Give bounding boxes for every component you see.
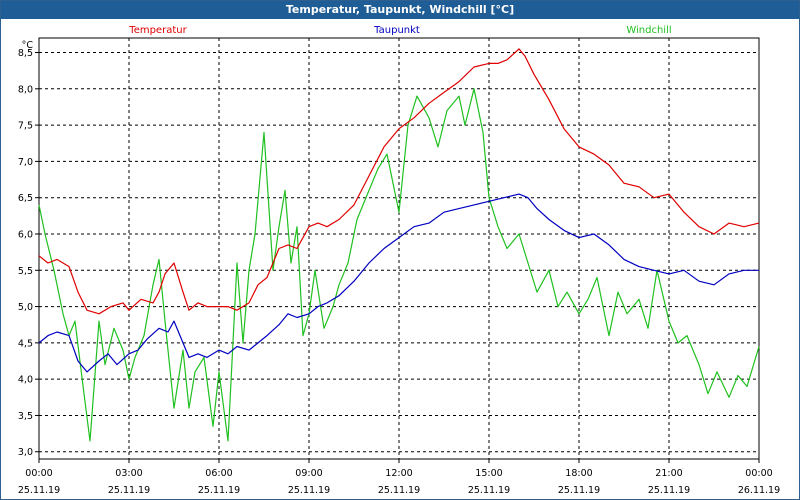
x-tick-time-label: 00:00: [745, 468, 772, 479]
y-tick-label: 7,0: [18, 157, 33, 168]
y-tick-label: 6,5: [18, 193, 33, 204]
x-tick-time-label: 12:00: [385, 468, 412, 479]
x-tick-time-label: 21:00: [655, 468, 682, 479]
x-tick-time-label: 00:00: [25, 468, 52, 479]
y-tick-label: 5,5: [18, 266, 33, 277]
x-tick-date-label: 25.11.19: [18, 485, 60, 496]
x-tick-time-label: 06:00: [205, 468, 232, 479]
y-tick-label: 3,5: [18, 411, 33, 422]
y-tick-label: 4,0: [18, 375, 33, 386]
x-tick-time-label: 09:00: [295, 468, 322, 479]
x-tick-date-label: 25.11.19: [468, 485, 510, 496]
y-tick-label: 8,0: [18, 84, 33, 95]
y-tick-label: 7,5: [18, 121, 33, 132]
x-tick-date-label: 26.11.19: [738, 485, 780, 496]
y-axis-unit: °C: [22, 40, 34, 51]
line-chart: 3,03,54,04,55,05,56,06,57,07,58,08,5°C00…: [18, 25, 780, 496]
x-tick-date-label: 25.11.19: [198, 485, 240, 496]
x-tick-date-label: 25.11.19: [558, 485, 600, 496]
legend-taupunkt: Taupunkt: [373, 25, 420, 36]
y-tick-label: 6,0: [18, 229, 33, 240]
x-tick-date-label: 25.11.19: [108, 485, 150, 496]
x-tick-time-label: 03:00: [115, 468, 142, 479]
y-tick-label: 5,0: [18, 302, 33, 313]
x-tick-date-label: 25.11.19: [378, 485, 420, 496]
y-tick-label: 3,0: [18, 447, 33, 458]
legend-windchill: Windchill: [626, 25, 671, 36]
x-tick-time-label: 18:00: [565, 468, 592, 479]
x-tick-date-label: 25.11.19: [288, 485, 330, 496]
x-tick-date-label: 25.11.19: [648, 485, 690, 496]
y-tick-label: 4,5: [18, 338, 33, 349]
legend-temperatur: Temperatur: [128, 25, 187, 36]
x-tick-time-label: 15:00: [475, 468, 502, 479]
